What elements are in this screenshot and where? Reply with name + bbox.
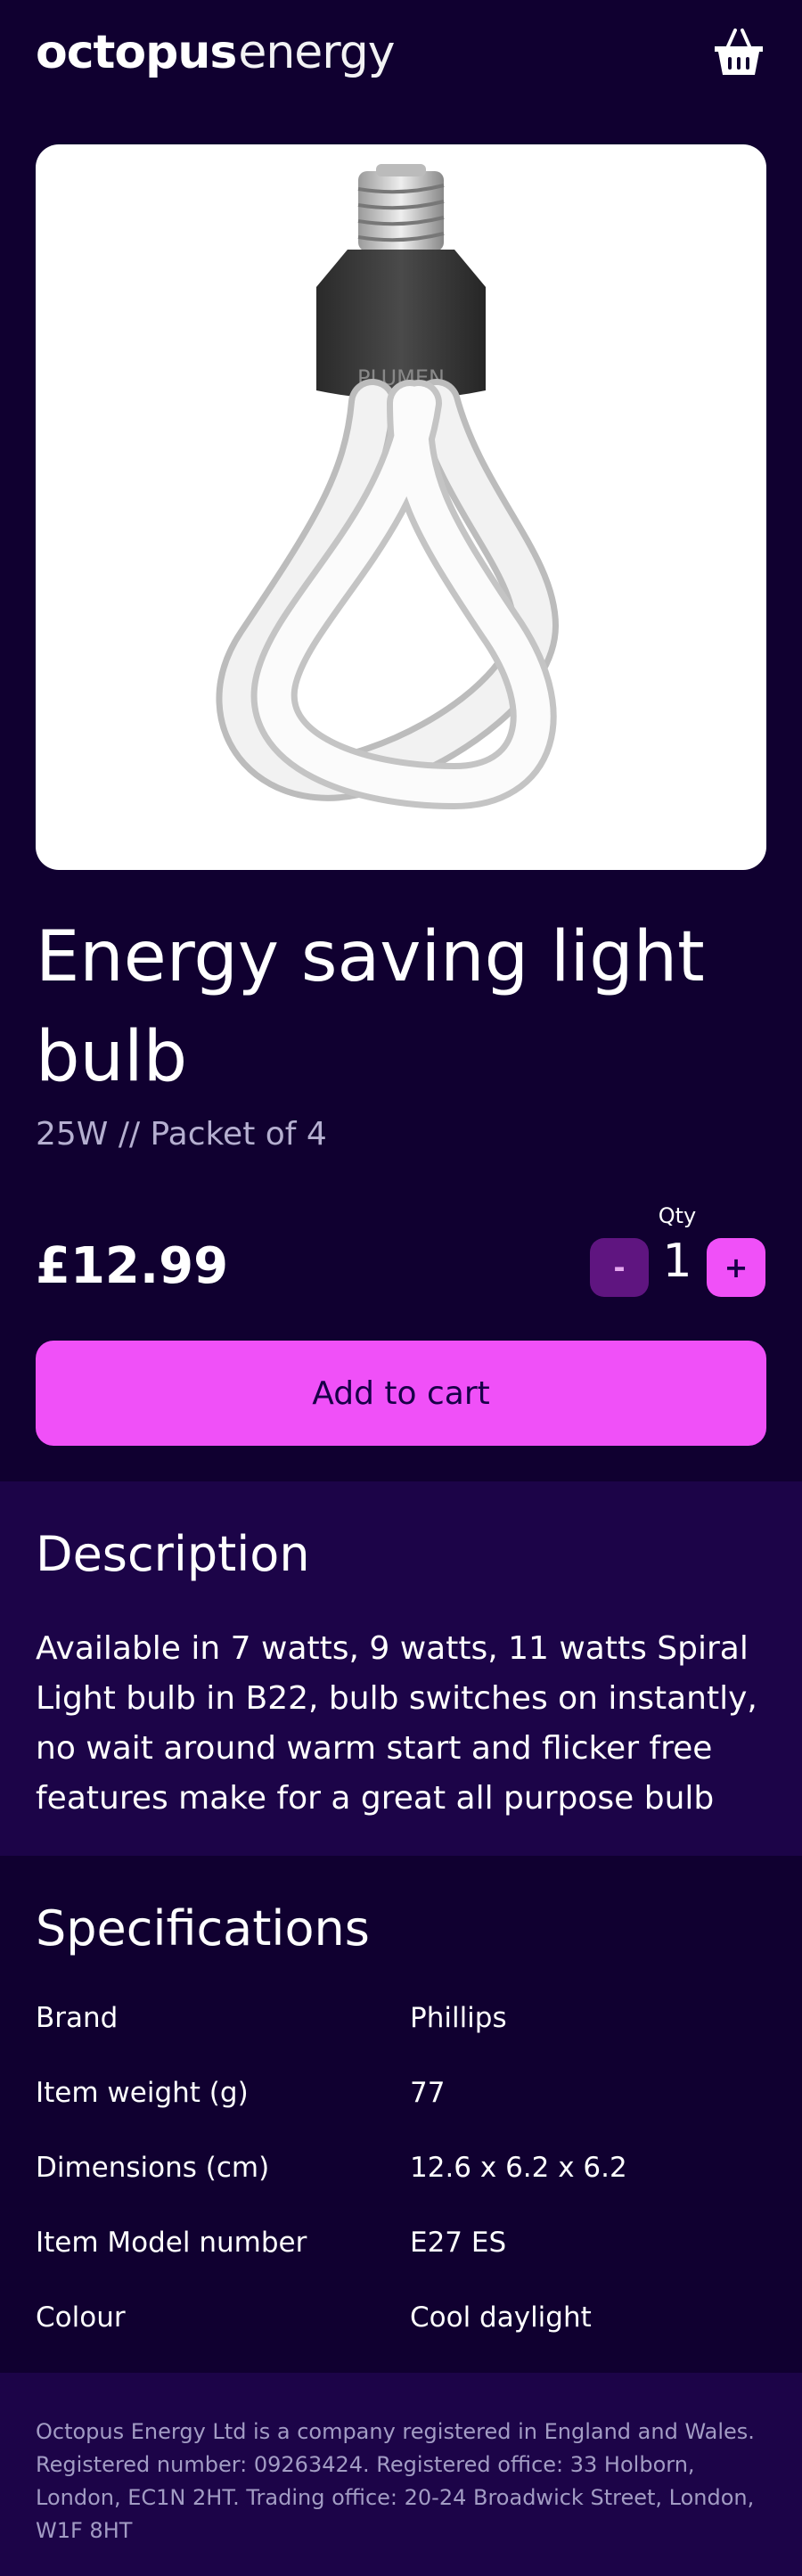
spec-value: E27 ES <box>410 2227 507 2259</box>
specifications-title: Specifications <box>36 1900 370 1957</box>
product-page: octopus energy PLUMEN Energy saving ligh… <box>0 0 802 2576</box>
spec-value: 77 <box>410 2077 446 2109</box>
spec-row: Brand Phillips <box>36 2002 766 2055</box>
spec-value: 12.6 x 6.2 x 6.2 <box>410 2152 627 2184</box>
spec-row: Dimensions (cm) 12.6 x 6.2 x 6.2 <box>36 2152 766 2205</box>
qty-decrease-button[interactable]: - <box>590 1238 649 1297</box>
octopus-energy-logo[interactable]: octopus energy <box>36 21 396 84</box>
spec-key: Colour <box>36 2301 126 2334</box>
spec-value: Cool daylight <box>410 2301 592 2334</box>
spec-row: Item weight (g) 77 <box>36 2077 766 2130</box>
qty-label: Qty <box>658 1203 697 1228</box>
header: octopus energy <box>0 0 802 105</box>
add-to-cart-button[interactable]: Add to cart <box>36 1341 766 1446</box>
product-price: £12.99 <box>36 1237 229 1295</box>
description-section: Description Available in 7 watts, 9 watt… <box>0 1481 802 1856</box>
spec-key: Item Model number <box>36 2227 307 2259</box>
product-image: PLUMEN <box>36 144 766 870</box>
qty-increase-button[interactable]: + <box>707 1238 765 1297</box>
spec-row: Item Model number E27 ES <box>36 2227 766 2280</box>
qty-value: 1 <box>662 1235 692 1288</box>
footer: Octopus Energy Ltd is a company register… <box>0 2373 802 2576</box>
spec-key: Dimensions (cm) <box>36 2152 270 2184</box>
footer-legal-text: Octopus Energy Ltd is a company register… <box>36 2419 755 2543</box>
logo-word-energy: energy <box>238 26 395 79</box>
light-bulb-image: PLUMEN <box>216 164 560 810</box>
spec-value: Phillips <box>410 2002 507 2034</box>
specifications-section: Specifications Brand Phillips Item weigh… <box>0 1856 802 2373</box>
product-subtitle: 25W // Packet of 4 <box>36 1116 327 1153</box>
basket-icon[interactable] <box>711 25 766 80</box>
spec-row: Colour Cool daylight <box>36 2301 766 2355</box>
description-text: Available in 7 watts, 9 watts, 11 watts … <box>36 1630 757 1817</box>
spec-key: Item weight (g) <box>36 2077 249 2109</box>
description-title: Description <box>36 1526 310 1582</box>
spec-key: Brand <box>36 2002 119 2034</box>
product-title: Energy saving light bulb <box>36 917 705 1097</box>
logo-word-octopus: octopus <box>36 26 237 79</box>
